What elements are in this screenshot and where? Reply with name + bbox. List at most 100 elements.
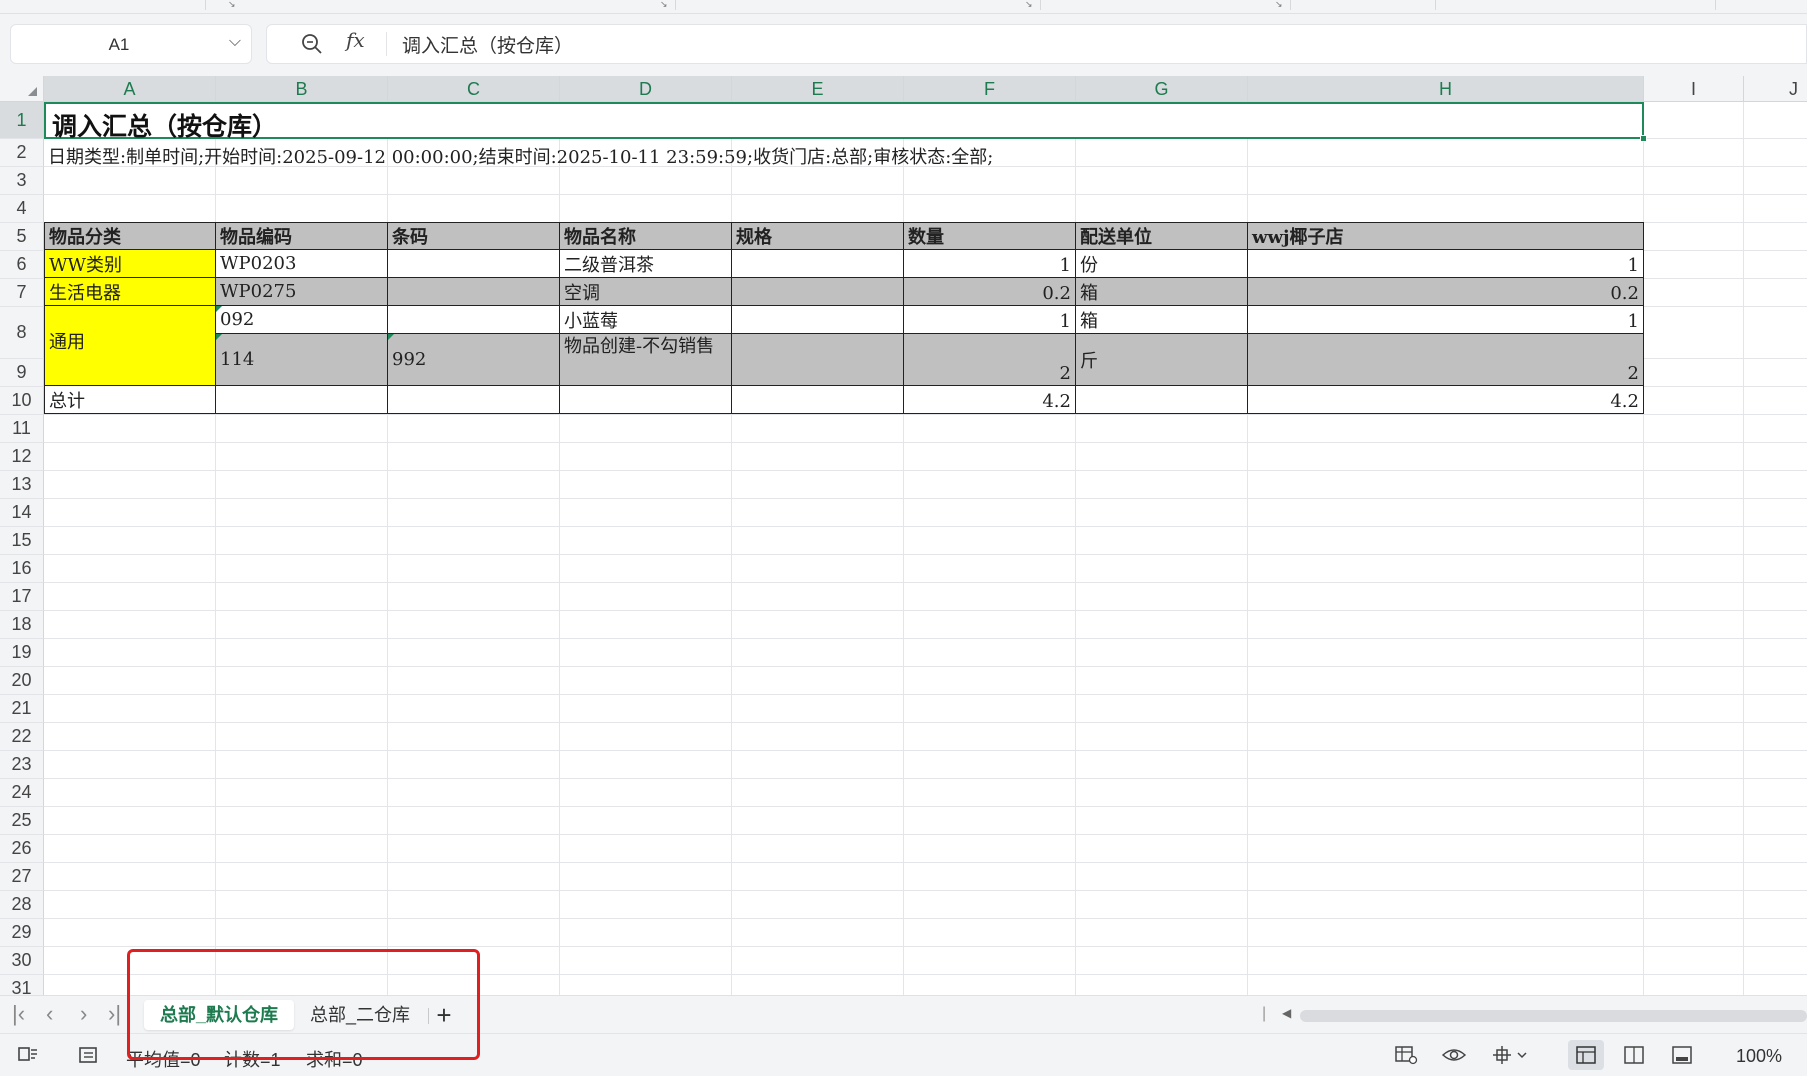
total-cell-empty[interactable]: [388, 386, 560, 414]
report-title-cell[interactable]: 调入汇总（按仓库）: [44, 102, 1647, 142]
row-header[interactable]: 29: [0, 919, 44, 947]
row-header[interactable]: 21: [0, 695, 44, 723]
status-sum[interactable]: 求和=0: [306, 1046, 363, 1072]
row-header[interactable]: 30: [0, 947, 44, 975]
cell-spec[interactable]: [732, 334, 904, 386]
row-header[interactable]: 4: [0, 195, 44, 223]
horizontal-scrollbar[interactable]: [1300, 1010, 1807, 1022]
total-qty[interactable]: 4.2: [904, 386, 1076, 414]
page-layout-view-button[interactable]: [1616, 1040, 1652, 1070]
row-header[interactable]: 13: [0, 471, 44, 499]
column-header-f[interactable]: F: [904, 76, 1076, 102]
status-count[interactable]: 计数=1: [224, 1046, 281, 1072]
row-header[interactable]: 18: [0, 611, 44, 639]
row-header[interactable]: 7: [0, 279, 44, 307]
normal-view-button[interactable]: [1568, 1040, 1604, 1070]
row-header[interactable]: 26: [0, 835, 44, 863]
column-header-b[interactable]: B: [216, 76, 388, 102]
cell-unit[interactable]: 箱: [1076, 306, 1248, 334]
row-header[interactable]: 12: [0, 443, 44, 471]
total-store[interactable]: 4.2: [1248, 386, 1644, 414]
row-header[interactable]: 2: [0, 139, 44, 167]
cell-unit[interactable]: 份: [1076, 250, 1248, 278]
table-style-button[interactable]: [1388, 1040, 1424, 1070]
row-header[interactable]: 9: [0, 359, 44, 387]
cell-category[interactable]: WW类别: [44, 250, 216, 278]
cell-barcode[interactable]: [388, 278, 560, 306]
dialog-launcher-icon[interactable]: ↘: [1275, 0, 1283, 9]
cell-barcode[interactable]: 992: [388, 334, 560, 386]
first-sheet-icon[interactable]: |‹: [12, 1002, 25, 1026]
cell-qty[interactable]: 1: [904, 250, 1076, 278]
freeze-options-button[interactable]: [1486, 1040, 1534, 1070]
total-cell-empty[interactable]: [216, 386, 388, 414]
column-header-e[interactable]: E: [732, 76, 904, 102]
cell-qty[interactable]: 0.2: [904, 278, 1076, 306]
status-average[interactable]: 平均值=0: [126, 1046, 201, 1072]
row-header[interactable]: 31: [0, 975, 44, 995]
formula-content[interactable]: 调入汇总（按仓库）: [402, 31, 573, 58]
scroll-splitter[interactable]: |: [1262, 1005, 1266, 1023]
scroll-left-icon[interactable]: ◀: [1282, 1006, 1291, 1020]
row-header[interactable]: 14: [0, 499, 44, 527]
row-header[interactable]: 24: [0, 779, 44, 807]
header-qty[interactable]: 数量: [904, 222, 1076, 250]
cell-qty[interactable]: 2: [904, 334, 1076, 386]
chevron-down-icon[interactable]: ⌵: [229, 33, 241, 51]
row-header[interactable]: 15: [0, 527, 44, 555]
cell-store[interactable]: 0.2: [1248, 278, 1644, 306]
row-header[interactable]: 25: [0, 807, 44, 835]
header-spec[interactable]: 规格: [732, 222, 904, 250]
total-cell-empty[interactable]: [560, 386, 732, 414]
column-header-d[interactable]: D: [560, 76, 732, 102]
header-barcode[interactable]: 条码: [388, 222, 560, 250]
total-cell-empty[interactable]: [732, 386, 904, 414]
cell-qty[interactable]: 1: [904, 306, 1076, 334]
header-category[interactable]: 物品分类: [44, 222, 216, 250]
cell-code[interactable]: 114: [216, 334, 388, 386]
column-header-i[interactable]: I: [1644, 76, 1744, 102]
cell-code[interactable]: WP0203: [216, 250, 388, 278]
row-header[interactable]: 28: [0, 891, 44, 919]
cell-spec[interactable]: [732, 306, 904, 334]
magnifier-icon[interactable]: [300, 32, 324, 56]
eye-protection-button[interactable]: [1436, 1040, 1472, 1070]
column-header-j[interactable]: J: [1744, 76, 1807, 102]
cell-name[interactable]: 二级普洱茶: [560, 250, 732, 278]
function-icon[interactable]: fx: [346, 28, 365, 52]
fill-handle[interactable]: [1640, 135, 1647, 142]
header-code[interactable]: 物品编码: [216, 222, 388, 250]
cell-spec[interactable]: [732, 278, 904, 306]
cell-category-merged[interactable]: 通用: [44, 306, 216, 386]
report-filter-summary[interactable]: 日期类型:制单时间;开始时间:2025-09-12 00:00:00;结束时间:…: [48, 143, 993, 169]
row-header[interactable]: 27: [0, 863, 44, 891]
row-header[interactable]: 10: [0, 387, 44, 415]
sheet-list-icon[interactable]: [76, 1044, 100, 1066]
dialog-launcher-icon[interactable]: ↘: [1025, 0, 1033, 9]
column-header-a[interactable]: A: [44, 76, 216, 102]
cell-code[interactable]: WP0275: [216, 278, 388, 306]
column-header-c[interactable]: C: [388, 76, 560, 102]
header-name[interactable]: 物品名称: [560, 222, 732, 250]
cell-store[interactable]: 2: [1248, 334, 1644, 386]
column-header-h[interactable]: H: [1248, 76, 1644, 102]
cell-unit[interactable]: 斤: [1076, 334, 1248, 386]
row-header[interactable]: 17: [0, 583, 44, 611]
cell-name[interactable]: 空调: [560, 278, 732, 306]
row-header[interactable]: 19: [0, 639, 44, 667]
header-unit[interactable]: 配送单位: [1076, 222, 1248, 250]
row-header[interactable]: 20: [0, 667, 44, 695]
last-sheet-icon[interactable]: ›|: [108, 1002, 121, 1026]
row-header[interactable]: 6: [0, 251, 44, 279]
cell-name[interactable]: 物品创建-不勾销售: [560, 334, 732, 386]
row-header[interactable]: 8: [0, 307, 44, 359]
cell-area[interactable]: 调入汇总（按仓库） 日期类型:制单时间;开始时间:2025-09-12 00:0…: [44, 102, 1807, 995]
row-header[interactable]: 22: [0, 723, 44, 751]
cell-barcode[interactable]: [388, 306, 560, 334]
cell-category[interactable]: 生活电器: [44, 278, 216, 306]
cell-barcode[interactable]: [388, 250, 560, 278]
total-label[interactable]: 总计: [44, 386, 216, 414]
page-break-view-button[interactable]: [1664, 1040, 1700, 1070]
total-cell-empty[interactable]: [1076, 386, 1248, 414]
zoom-level[interactable]: 100%: [1736, 1046, 1782, 1067]
